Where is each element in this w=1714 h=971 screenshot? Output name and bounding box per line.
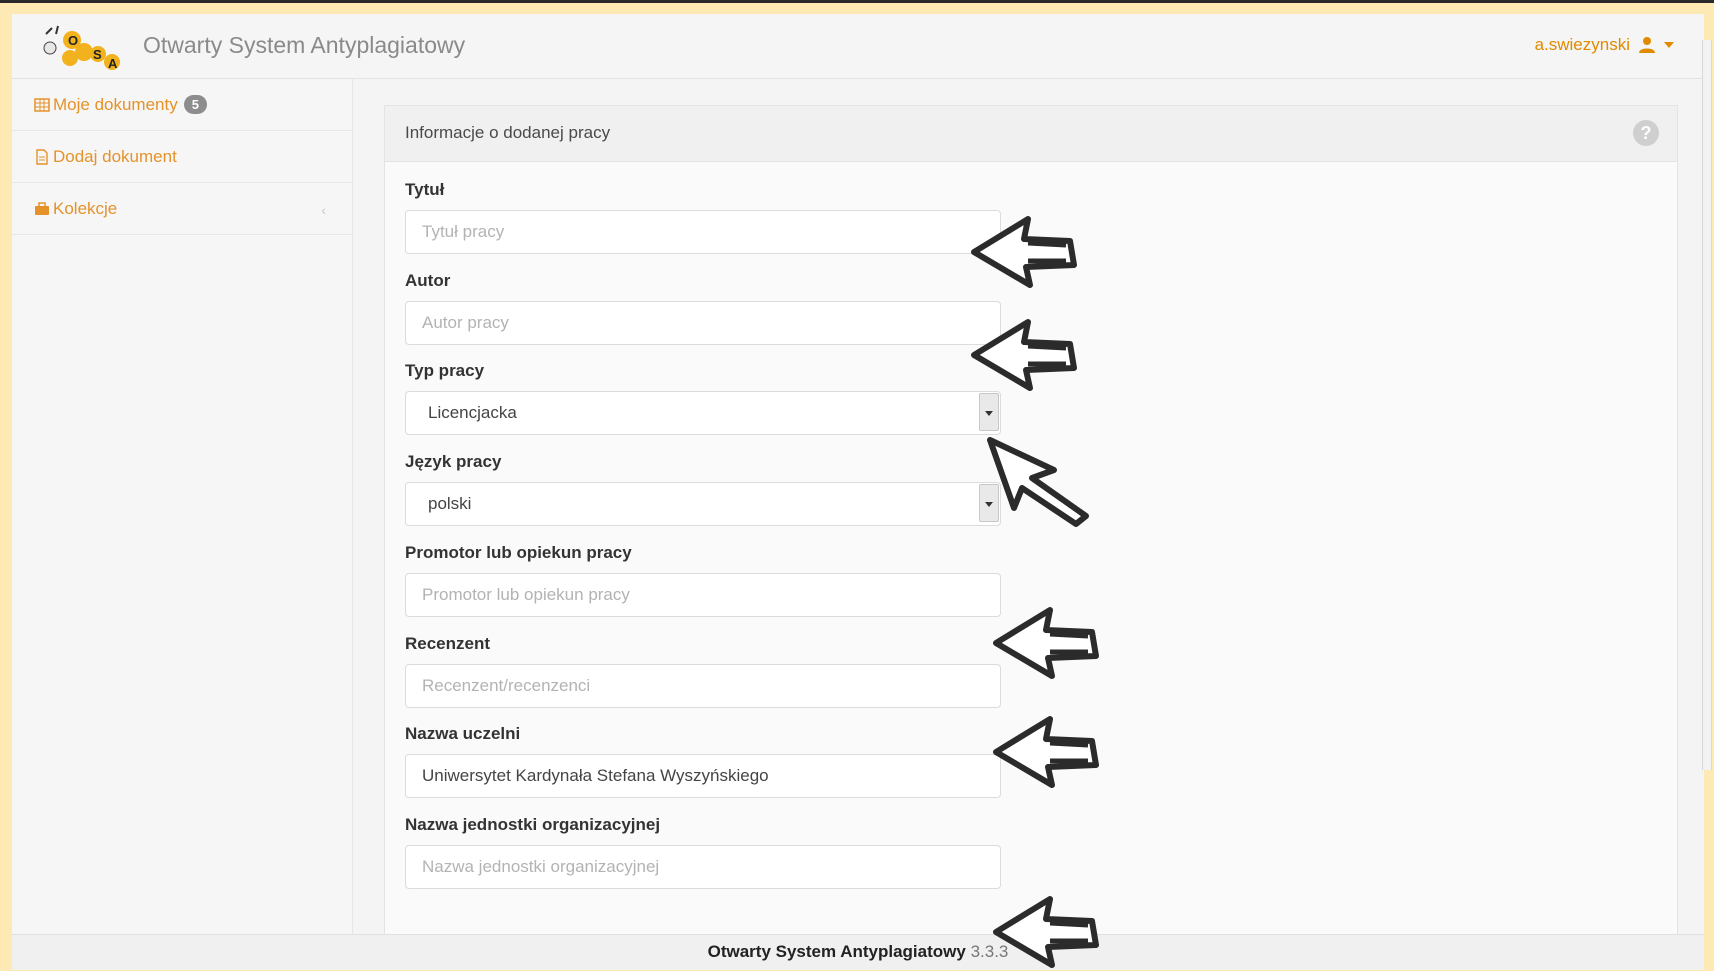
annotation-cursor-arrow-icon	[987, 437, 1089, 527]
promoter-input[interactable]	[405, 573, 1001, 617]
annotation-arrow-left-icon	[993, 896, 1099, 968]
sidebar-item-label: Moje dokumenty	[53, 94, 178, 114]
reviewer-label: Recenzent	[405, 634, 491, 653]
panel-title: Informacje o dodanej pracy	[405, 123, 611, 142]
title-label: Tytuł	[405, 180, 445, 199]
table-icon	[34, 97, 50, 112]
reviewer-input[interactable]	[405, 664, 1001, 708]
author-input[interactable]	[405, 301, 1001, 345]
help-icon[interactable]: ?	[1633, 120, 1659, 146]
language-select-value[interactable]: polski	[405, 482, 1001, 526]
title-input[interactable]	[405, 210, 1001, 254]
author-label: Autor	[405, 271, 451, 290]
svg-text:A: A	[108, 56, 118, 71]
footer-app-name: Otwarty System Antyplagiatowy	[707, 942, 966, 961]
university-label: Nazwa uczelni	[405, 724, 521, 743]
sidebar-item-my-documents[interactable]: Moje dokumenty 5	[12, 79, 352, 131]
top-navbar: O S A Otwarty System Antyplagiatowy a.sw…	[12, 14, 1704, 79]
university-input[interactable]	[405, 754, 1001, 798]
annotation-arrow-left-icon	[993, 716, 1099, 788]
language-select[interactable]: polski	[405, 482, 1001, 526]
footer: Otwarty System Antyplagiatowy 3.3.3	[12, 934, 1704, 970]
annotation-arrow-left-icon	[993, 607, 1099, 679]
annotation-arrow-left-icon	[971, 319, 1077, 391]
chevron-left-icon[interactable]: ‹	[321, 202, 326, 218]
app-title[interactable]: Otwarty System Antyplagiatowy	[143, 32, 465, 59]
sidebar: Moje dokumenty 5 Dodaj dokument Kolekcje…	[12, 79, 353, 949]
promoter-label: Promotor lub opiekun pracy	[405, 543, 632, 562]
language-label: Język pracy	[405, 452, 502, 471]
file-icon	[36, 148, 48, 165]
annotation-arrow-left-icon	[971, 216, 1077, 288]
type-select-value[interactable]: Licencjacka	[405, 391, 1001, 435]
panel-header: Informacje o dodanej pracy ?	[385, 106, 1677, 162]
type-label: Typ pracy	[405, 361, 485, 380]
sidebar-item-label: Kolekcje	[53, 198, 118, 218]
sidebar-item-label: Dodaj dokument	[53, 146, 177, 166]
type-select[interactable]: Licencjacka	[405, 391, 1001, 435]
svg-text:S: S	[93, 47, 102, 62]
osa-logo: O S A	[43, 25, 120, 71]
chevron-down-icon[interactable]	[979, 393, 999, 431]
user-name[interactable]: a.swiezynski	[1535, 35, 1630, 55]
svg-text:O: O	[68, 33, 78, 48]
briefcase-icon	[35, 201, 49, 215]
user-icon	[1639, 37, 1655, 53]
caret-down-icon	[1664, 42, 1674, 48]
unit-input[interactable]	[405, 845, 1001, 889]
window-scrollbar[interactable]	[1702, 40, 1712, 770]
sidebar-item-add-document[interactable]: Dodaj dokument	[12, 131, 352, 183]
user-menu[interactable]: a.swiezynski	[1535, 35, 1674, 55]
app-window: O S A Otwarty System Antyplagiatowy a.sw…	[12, 14, 1704, 969]
documents-count-badge: 5	[183, 95, 207, 114]
unit-label: Nazwa jednostki organizacyjnej	[405, 815, 661, 834]
sidebar-item-collections[interactable]: Kolekcje ‹	[12, 183, 352, 235]
